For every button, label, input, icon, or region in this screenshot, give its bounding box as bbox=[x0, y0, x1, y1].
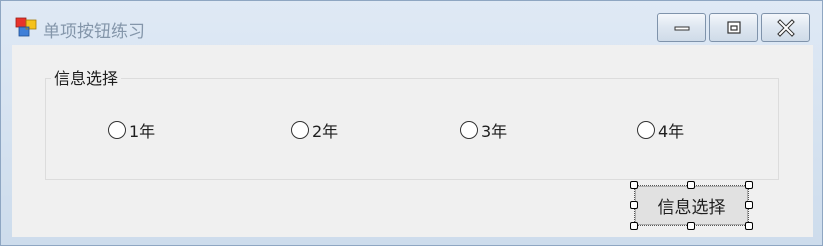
resize-handle-bottom-right[interactable] bbox=[745, 222, 753, 230]
resize-handle-bottom[interactable] bbox=[687, 222, 695, 230]
radio-option-3[interactable]: 3年 bbox=[460, 118, 507, 142]
form-client-area: 信息选择 1年 2年 3年 4年 信息选择 bbox=[12, 45, 813, 237]
resize-handle-top-left[interactable] bbox=[630, 181, 638, 189]
window-title: 单项按钮练习 bbox=[43, 22, 145, 42]
radio-label: 1年 bbox=[129, 122, 156, 141]
minimize-icon bbox=[674, 26, 689, 30]
app-icon bbox=[15, 17, 37, 37]
resize-handle-right[interactable] bbox=[745, 201, 753, 209]
title-bar[interactable]: 单项按钮练习 bbox=[1, 1, 822, 45]
form-window: 单项按钮练习 信息选择 1年 2年 3年 4年 信息选择 bbox=[0, 0, 823, 246]
radio-circle[interactable] bbox=[460, 121, 478, 139]
resize-handle-left[interactable] bbox=[630, 201, 638, 209]
close-button[interactable] bbox=[761, 13, 810, 42]
minimize-button[interactable] bbox=[657, 13, 706, 42]
radio-option-2[interactable]: 2年 bbox=[291, 118, 338, 142]
radio-label: 3年 bbox=[481, 122, 508, 141]
resize-handle-bottom-left[interactable] bbox=[630, 222, 638, 230]
maximize-button[interactable] bbox=[709, 13, 758, 42]
radio-label: 4年 bbox=[658, 122, 685, 141]
groupbox-label: 信息选择 bbox=[51, 65, 122, 89]
maximize-icon bbox=[726, 20, 741, 34]
resize-handle-top[interactable] bbox=[687, 181, 695, 189]
radio-circle[interactable] bbox=[637, 121, 655, 139]
radio-label: 2年 bbox=[312, 122, 339, 141]
info-select-button[interactable]: 信息选择 bbox=[635, 186, 748, 225]
radio-option-4[interactable]: 4年 bbox=[637, 118, 684, 142]
radio-circle[interactable] bbox=[291, 121, 309, 139]
radio-option-1[interactable]: 1年 bbox=[108, 118, 155, 142]
resize-handle-top-right[interactable] bbox=[745, 181, 753, 189]
close-icon bbox=[776, 18, 795, 37]
radio-circle[interactable] bbox=[108, 121, 126, 139]
